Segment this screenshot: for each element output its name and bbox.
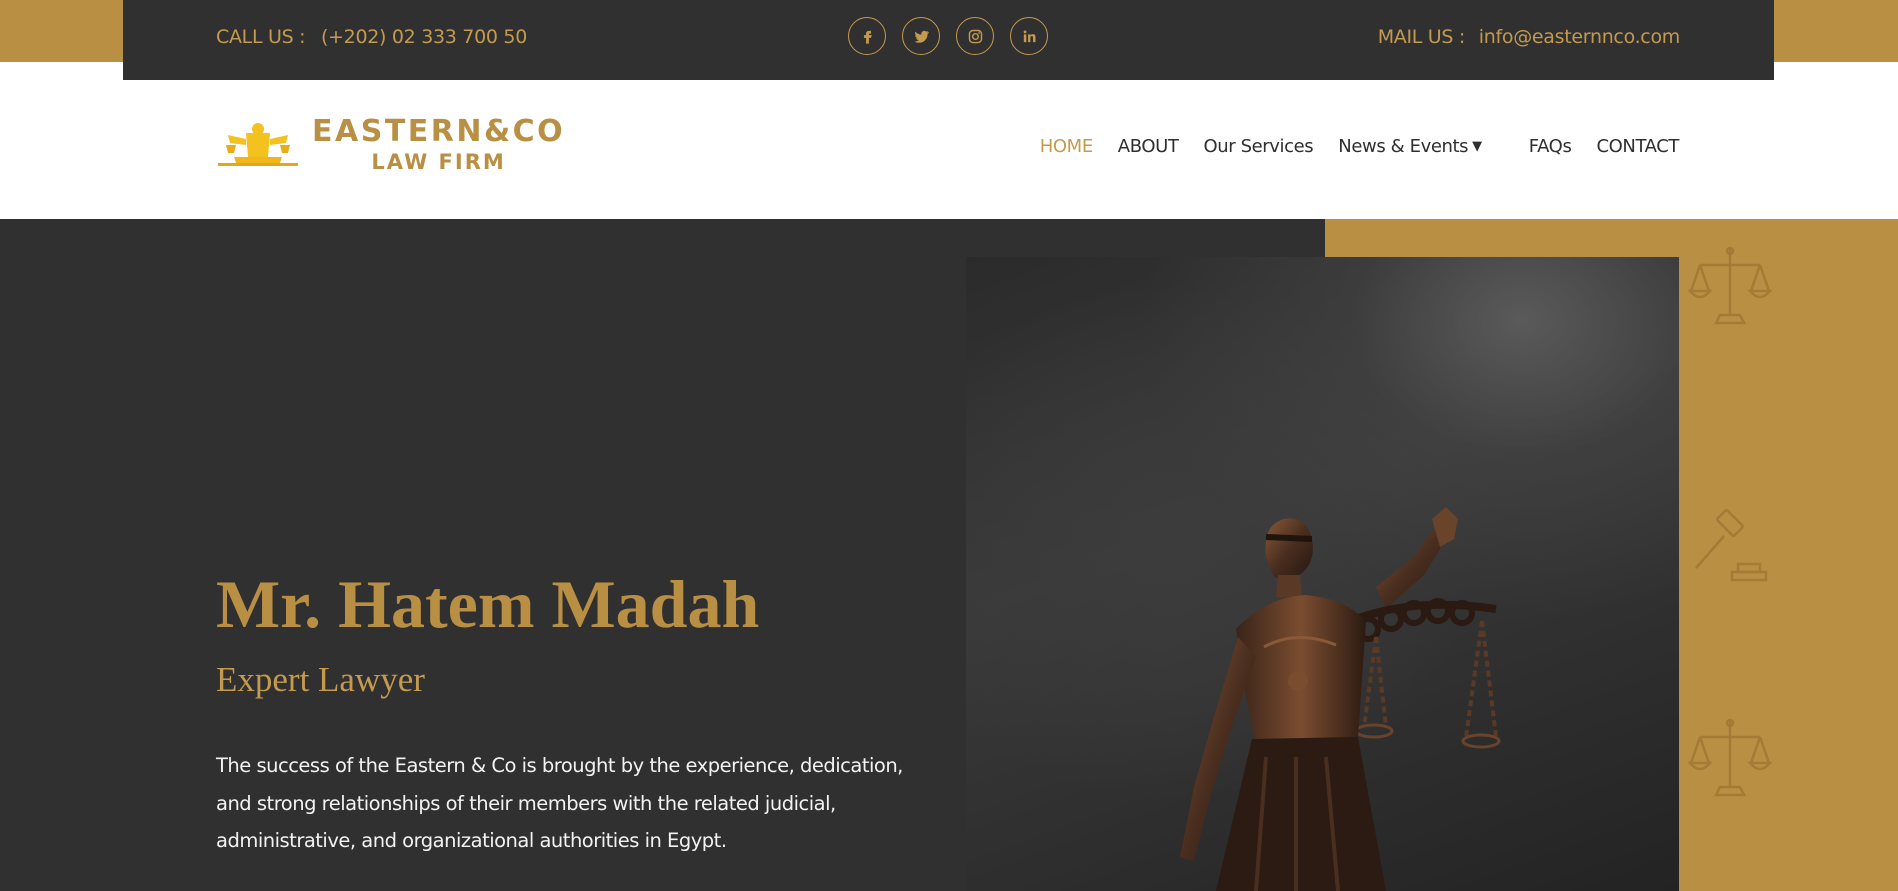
- logo-subtitle: LAW FIRM: [371, 150, 506, 174]
- hero-description: The success of the Eastern & Co is broug…: [216, 754, 903, 852]
- gavel-icon: [1695, 509, 1768, 582]
- lady-justice-statue: [1180, 507, 1501, 891]
- caret-down-icon: ▼: [1472, 139, 1482, 154]
- nav-news-events-label: News & Events: [1338, 136, 1469, 157]
- call-us: CALL US : (+202) 02 333 700 50: [216, 26, 527, 48]
- nav-home[interactable]: HOME: [1040, 136, 1093, 157]
- call-us-label: CALL US :: [216, 26, 306, 48]
- logo-title: EASTERN&CO: [312, 114, 566, 149]
- email-address[interactable]: info@easternnco.com: [1479, 26, 1681, 48]
- linkedin-link[interactable]: [1010, 17, 1048, 55]
- topbar: CALL US : (+202) 02 333 700 50 MAIL US :…: [123, 0, 1774, 80]
- instagram-link[interactable]: [956, 17, 994, 55]
- lady-justice-photo: [966, 257, 1679, 891]
- twitter-link[interactable]: [902, 17, 940, 55]
- facebook-link[interactable]: [848, 17, 886, 55]
- facebook-icon: [863, 30, 872, 44]
- nav-our-services[interactable]: Our Services: [1203, 136, 1313, 157]
- lawyer-role: Expert Lawyer: [216, 660, 425, 699]
- social-links: [848, 17, 1048, 55]
- logo-text: EASTERN&CO LAW FIRM: [312, 115, 565, 175]
- logo-scales-icon: [218, 123, 298, 166]
- scales-icon: [1688, 246, 1772, 325]
- nav-about[interactable]: ABOUT: [1118, 136, 1179, 157]
- lawyer-name: Mr. Hatem Madah: [216, 566, 760, 642]
- nav-news-events[interactable]: News & Events ▼: [1338, 136, 1482, 157]
- mail-us: MAIL US : info@easternnco.com: [1377, 26, 1681, 48]
- instagram-icon: [968, 29, 982, 43]
- scales-icon: [1688, 718, 1772, 797]
- mail-us-label: MAIL US :: [1377, 26, 1466, 48]
- logo[interactable]: EASTERN&CO LAW FIRM: [216, 115, 565, 175]
- main-navigation: HOME ABOUT Our Services News & Events ▼ …: [1015, 136, 1680, 157]
- phone-number[interactable]: (+202) 02 333 700 50: [321, 26, 527, 48]
- twitter-icon: [914, 30, 929, 43]
- nav-contact[interactable]: CONTACT: [1596, 136, 1679, 157]
- nav-faqs[interactable]: FAQs: [1529, 136, 1572, 157]
- linkedin-icon: [1023, 29, 1036, 42]
